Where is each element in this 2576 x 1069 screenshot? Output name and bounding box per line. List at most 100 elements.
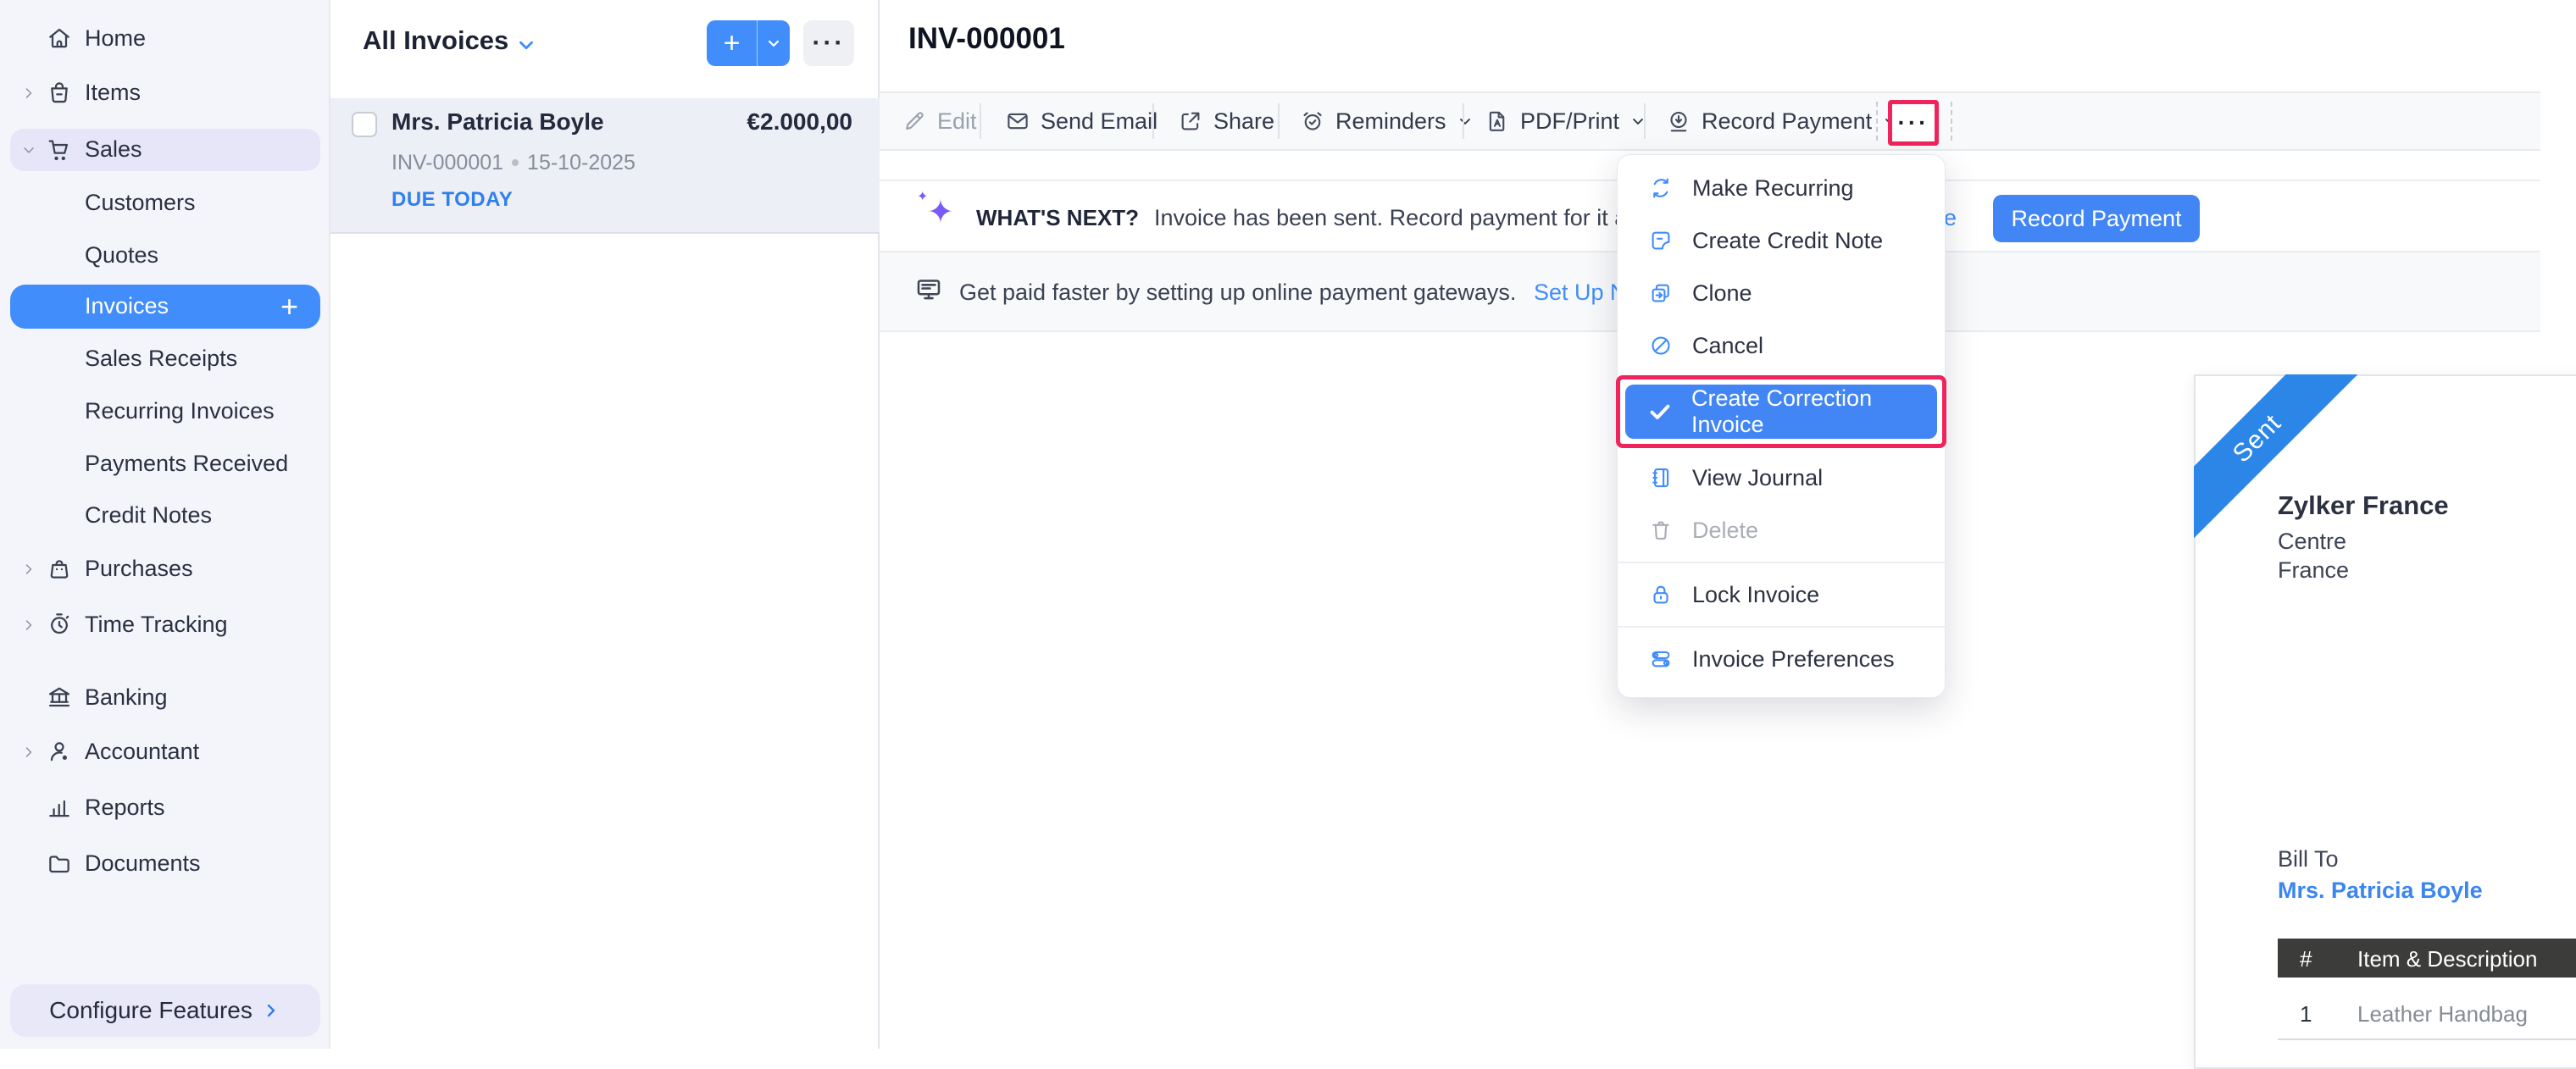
banner-record-payment-button[interactable]: Record Payment [1993,195,2200,242]
menu-item-label: Delete [1692,518,1758,544]
sidebar-item-invoices[interactable]: Invoices + [10,285,320,329]
bill-to-customer-link[interactable]: Mrs. Patricia Boyle [2278,878,2483,904]
dot-separator [512,159,519,166]
menu-item-create-credit-note[interactable]: Create Credit Note [1618,214,1945,267]
toolbar-more-button[interactable]: ··· [1888,100,1939,146]
sidebar-item-label: Quotes [85,242,158,269]
sparkle-icon: ✦ [927,193,954,231]
sidebar-item-banking[interactable]: Banking [0,676,330,720]
reminders-button[interactable]: Reminders [1300,93,1474,149]
sidebar-item-documents[interactable]: Documents [0,842,330,886]
new-invoice-split-button[interactable]: + [707,20,790,66]
clone-icon [1648,280,1674,306]
annotation-highlight-box: Create Correction Invoice [1616,375,1946,448]
invoice-number: INV-000001 [391,151,503,174]
record-payment-button[interactable]: Record Payment [1666,93,1899,149]
menu-item-label: Make Recurring [1692,175,1854,202]
menu-item-invoice-preferences[interactable]: Invoice Preferences [1618,633,1945,685]
card-terminal-icon [913,274,944,305]
send-email-button[interactable]: Send Email [1005,93,1158,149]
invoice-date: 15-10-2025 [527,151,636,174]
pdf-print-button[interactable]: PDF/Print [1485,93,1646,149]
list-more-button[interactable]: ··· [803,20,854,66]
edit-button[interactable]: Edit [902,93,977,149]
chevron-down-icon[interactable] [515,34,537,56]
toolbar-separator-dashed [1951,102,1952,141]
menu-item-label: Cancel [1692,333,1763,359]
journal-icon [1648,465,1674,490]
pdf-print-label: PDF/Print [1520,108,1619,135]
sidebar-item-purchases[interactable]: Purchases [0,547,330,591]
item-table-header: # Item & Description Qty Rate Amount [2278,939,2576,978]
menu-item-label: Clone [1692,280,1752,307]
sidebar-item-label: Items [85,80,141,106]
edit-label: Edit [937,108,977,135]
col-item-description: Item & Description [2357,946,2537,972]
sidebar-item-quotes[interactable]: Quotes [0,234,330,278]
menu-item-cancel[interactable]: Cancel [1618,319,1945,372]
sidebar-item-payments-received[interactable]: Payments Received [0,442,330,486]
sidebar-item-credit-notes[interactable]: Credit Notes [0,494,330,538]
menu-item-label: Lock Invoice [1692,582,1819,608]
sidebar-item-label: Payments Received [85,451,288,477]
folder-icon [46,850,73,877]
sidebar-item-label: Invoices [85,293,169,319]
toolbar: Edit Send Email Share Reminders PDF/Prin… [880,91,2540,151]
configure-features-button[interactable]: Configure Features [10,984,320,1037]
menu-item-view-journal[interactable]: View Journal [1618,451,1945,504]
lock-icon [1648,582,1674,607]
sidebar-item-label: Credit Notes [85,502,212,529]
list-filter-title[interactable]: All Invoices [363,25,508,56]
share-icon [1178,108,1203,134]
sidebar-item-label: Customers [85,190,196,216]
trash-icon [1648,518,1674,543]
sidebar-item-reports[interactable]: Reports [0,786,330,830]
sidebar-item-sales-receipts[interactable]: Sales Receipts [0,337,330,381]
row-checkbox[interactable] [352,112,377,137]
record-payment-label: Record Payment [1702,108,1872,135]
sidebar-item-home[interactable]: Home [0,17,330,61]
invoice-list-item[interactable]: Mrs. Patricia Boyle €2.000,00 INV-000001… [330,98,880,234]
plus-icon[interactable]: + [707,20,758,66]
sidebar-item-items[interactable]: Items [0,71,330,115]
sidebar-item-time-tracking[interactable]: Time Tracking [0,603,330,647]
whats-next-link-fragment[interactable]: e [1944,205,1957,231]
page-title: INV-000001 [908,22,1065,56]
sidebar-item-label: Purchases [85,556,193,582]
new-invoice-plus-icon[interactable]: + [280,289,298,324]
more-actions-menu: Make Recurring Create Credit Note Clone … [1617,154,1946,698]
pdf-icon [1485,108,1510,134]
menu-item-make-recurring[interactable]: Make Recurring [1618,162,1945,214]
sidebar-item-accountant[interactable]: Accountant [0,730,330,774]
menu-item-label: Create Correction Invoice [1691,385,1937,438]
mail-icon [1005,108,1030,134]
sidebar-item-label: Reports [85,795,165,821]
cancel-ban-icon [1648,333,1674,358]
whats-next-label: WHAT'S NEXT? [976,205,1139,231]
sidebar-item-customers[interactable]: Customers [0,181,330,225]
toolbar-separator [1463,103,1464,139]
menu-item-delete[interactable]: Delete [1618,504,1945,557]
menu-item-create-correction-invoice[interactable]: Create Correction Invoice [1625,385,1937,439]
menu-item-lock-invoice[interactable]: Lock Invoice [1618,568,1945,621]
home-icon [46,25,73,52]
sidebar-item-recurring-invoices[interactable]: Recurring Invoices [0,390,330,434]
chevron-down-icon[interactable] [758,20,790,66]
row-index: 1 [2300,1001,2312,1027]
items-bag-icon [46,79,73,106]
chevron-down-icon [1457,113,1474,130]
preferences-toggles-icon [1648,646,1674,672]
invoice-list-panel: All Invoices + ··· Mrs. Patricia Boyle €… [330,0,880,1049]
share-button[interactable]: Share [1178,93,1274,149]
status-badge: DUE TODAY [391,188,513,212]
sidebar-item-sales[interactable]: Sales [10,129,320,171]
configure-features-label: Configure Features [49,997,253,1024]
company-address-line2: France [2278,557,2349,584]
chevron-right-icon [261,1000,281,1021]
bank-icon [46,684,73,711]
bar-chart-icon [46,794,73,821]
col-index: # [2300,946,2312,972]
row-item-name: Leather Handbag [2357,1001,2528,1027]
sidebar-item-label: Accountant [85,739,199,765]
menu-item-clone[interactable]: Clone [1618,267,1945,319]
